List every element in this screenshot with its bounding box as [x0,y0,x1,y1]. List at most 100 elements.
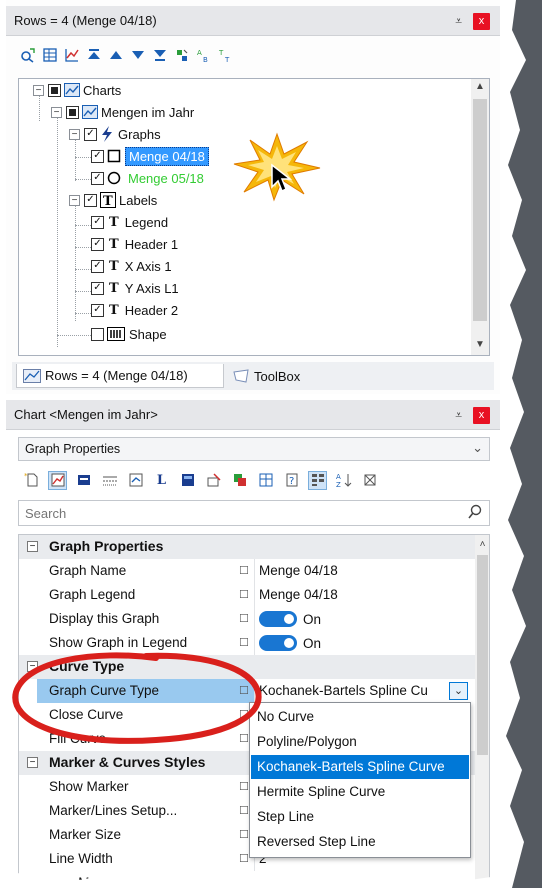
collapse-toggle[interactable]: − [27,757,38,768]
move-top-icon[interactable] [84,46,103,65]
new-icon[interactable]: * [22,471,41,490]
edit-icon[interactable]: ☐ [239,828,249,841]
rename-icon[interactable]: AB [194,46,213,65]
category-graph-properties[interactable]: − Graph Properties [19,535,475,559]
move-up-icon[interactable] [106,46,125,65]
layers-icon[interactable] [230,471,249,490]
settings-icon[interactable] [126,471,145,490]
collapse-toggle[interactable]: − [69,128,80,140]
tree-scrollbar-thumb[interactable] [473,99,487,321]
edit-icon[interactable]: ☐ [239,780,249,793]
tree-checkbox[interactable]: ✓ [91,171,104,185]
property-row[interactable]: Graph Name ☐ Menge 04/18 [19,559,475,583]
move-down-icon[interactable] [128,46,147,65]
tree-item-header-1[interactable]: ✓ T Header 1 [91,233,178,255]
categorized-icon[interactable] [308,470,327,490]
dropdown-option-selected[interactable]: Kochanek-Bartels Spline Curve [251,755,469,779]
tree-item-graph-2[interactable]: ✓ Menge 05/18 [91,167,207,189]
tree-item-header-2[interactable]: ✓ T Header 2 [91,299,178,321]
tree-item-legend[interactable]: ✓ T Legend [91,211,168,233]
collapse-toggle[interactable]: − [27,541,38,552]
dropdown-option[interactable]: Polyline/Polygon [251,730,469,754]
sort-alpha-icon[interactable]: AZ [334,471,353,490]
tree-item-labels[interactable]: − ✓ T Labels [69,189,157,211]
property-value[interactable]: Kochanek-Bartels Spline Cu [259,683,449,698]
fill-icon[interactable] [204,471,223,490]
tree-checkbox[interactable]: ✓ [91,237,104,251]
collapse-toggle[interactable]: − [33,84,44,96]
collapse-toggle[interactable]: − [69,194,80,206]
search-icon[interactable] [467,504,483,523]
toggle-switch[interactable] [259,611,297,627]
properties-icon[interactable] [48,470,67,490]
close-button[interactable]: x [473,13,490,30]
tree-item-charts[interactable]: − Charts [33,79,121,101]
tree-item-x-axis[interactable]: ✓ T X Axis 1 [91,255,172,277]
table-icon[interactable] [40,46,59,65]
edit-icon[interactable]: ☐ [239,804,249,817]
edit-icon[interactable]: ☐ [239,588,249,601]
lines-icon[interactable] [100,471,119,490]
scroll-down-icon[interactable]: ▼ [471,339,489,350]
property-value[interactable]: Menge 04/18 [259,587,338,602]
tree-checkbox[interactable] [91,327,104,341]
dropdown-option[interactable]: No Curve [251,705,469,729]
chevron-down-icon: ⌄ [472,440,483,455]
label-icon[interactable]: L [152,471,171,490]
tree-item-shape[interactable]: Shape [91,323,167,345]
tree-checkbox[interactable] [66,105,79,119]
tree-view[interactable]: − Charts − Mengen im Jahr − ✓ Graphs ✓ M… [18,78,490,356]
property-value[interactable]: On [259,611,321,627]
tree-item-graphs[interactable]: − ✓ Graphs [69,123,161,145]
collapse-icon[interactable] [360,471,379,490]
tree-checkbox[interactable]: ✓ [91,215,104,229]
grid-scrollbar-thumb[interactable] [477,555,488,755]
property-row[interactable]: Display this Graph ☐ On [19,607,475,631]
edit-icon[interactable]: ☐ [239,852,249,865]
property-selector[interactable]: Graph Properties ⌄ [18,437,490,461]
svg-text:?: ? [289,476,294,487]
tree-checkbox[interactable]: ✓ [91,149,104,163]
tree-item-y-axis[interactable]: ✓ T Y Axis L1 [91,277,179,299]
tab-rows[interactable]: Rows = 4 (Menge 04/18) [16,364,224,388]
tree-item-chart[interactable]: − Mengen im Jahr [51,101,194,123]
tree-checkbox[interactable]: ✓ [84,193,97,207]
edit-icon[interactable]: ☐ [239,612,249,625]
help-icon[interactable]: ? [282,471,301,490]
text-icon: T [109,280,119,296]
close-button[interactable]: x [473,407,490,424]
dropdown-option[interactable]: Hermite Spline Curve [251,780,469,804]
tree-checkbox[interactable]: ✓ [91,259,104,273]
graph-icon[interactable] [74,471,93,490]
pin-icon[interactable]: ⩡ [455,408,462,423]
pin-icon[interactable]: ⩡ [455,14,462,29]
search-box[interactable] [18,500,490,526]
property-row[interactable]: Line Mode [19,871,475,887]
dropdown-button[interactable]: ⌄ [449,682,468,700]
tree-checkbox[interactable] [48,83,61,97]
rename-all-icon[interactable]: TT [216,46,235,65]
move-bottom-icon[interactable] [150,46,169,65]
search-input[interactable] [23,504,453,522]
table-icon[interactable] [256,471,275,490]
scroll-up-icon[interactable]: ˄ [475,539,489,550]
category-label: Graph Properties [49,538,164,554]
edit-icon[interactable]: ☐ [239,564,249,577]
dropdown-option[interactable]: Step Line [251,805,469,829]
tab-toolbox[interactable]: ToolBox [226,364,326,388]
dropdown-option[interactable]: Reversed Step Line [251,830,469,854]
color-icon[interactable] [178,471,197,490]
scroll-up-icon[interactable]: ▲ [471,81,489,92]
collapse-toggle[interactable]: − [51,106,62,118]
sort-icon[interactable] [172,46,191,65]
property-value[interactable]: Menge 04/18 [259,563,338,578]
property-row[interactable]: Graph Legend ☐ Menge 04/18 [19,583,475,607]
chart-icon[interactable] [62,46,81,65]
find-replace-icon[interactable] [18,46,37,65]
tree-item-graph-1[interactable]: ✓ Menge 04/18 [91,145,209,167]
curve-type-dropdown[interactable]: No Curve Polyline/Polygon Kochanek-Barte… [249,702,471,858]
tree-checkbox[interactable]: ✓ [91,303,104,317]
tree-checkbox[interactable]: ✓ [84,127,97,141]
tree-checkbox[interactable]: ✓ [91,281,104,295]
property-value[interactable]: On [259,635,321,651]
